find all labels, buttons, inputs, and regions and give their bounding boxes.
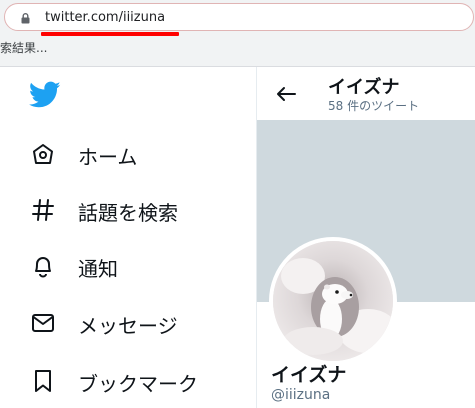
nav-label-explore: 話題を検索 [78, 201, 178, 225]
profile-handle: @iiizuna [271, 387, 331, 403]
profile-display-name: イイズナ [271, 364, 347, 386]
weasel-in-snow-photo [273, 241, 393, 361]
back-arrow-icon[interactable] [275, 85, 297, 103]
bookmark-item[interactable]: 索結果... [0, 39, 47, 56]
envelope-icon [32, 314, 54, 332]
avatar[interactable] [269, 237, 397, 365]
nav-item-explore[interactable]: 話題を検索 [30, 192, 178, 228]
nav-item-home[interactable]: ホーム [30, 136, 137, 172]
nav-item-bookmarks[interactable]: ブックマーク [30, 363, 198, 399]
bell-icon [35, 257, 51, 278]
nav-item-notifications[interactable]: 通知 [30, 248, 118, 284]
address-bar[interactable]: twitter.com/iiizuna [4, 3, 474, 36]
twitter-bird-logo-icon[interactable] [29, 81, 61, 109]
nav-item-messages[interactable]: メッセージ [30, 305, 178, 341]
sidebar-nav: ホーム 話題を検索 通知 メッセージ ブックマーク [0, 67, 256, 408]
url-text: twitter.com/iiizuna [45, 10, 166, 25]
bookmark-icon [35, 370, 51, 392]
nav-label-home: ホーム [78, 145, 138, 169]
url-highlight-underline [41, 32, 179, 36]
nav-label-messages: メッセージ [78, 314, 178, 338]
profile-header-name: イイズナ [328, 77, 400, 98]
browser-chrome: twitter.com/iiizuna 索結果... [0, 0, 475, 67]
profile-column: イイズナ 58 件のツイート イイズナ @iiizuna [257, 67, 475, 408]
home-icon [33, 144, 53, 164]
hashtag-icon [32, 199, 54, 221]
nav-label-notifications: 通知 [78, 257, 118, 281]
nav-label-bookmarks: ブックマーク [78, 372, 198, 396]
lock-icon [21, 13, 30, 24]
tweet-count: 58 件のツイート [328, 99, 420, 113]
